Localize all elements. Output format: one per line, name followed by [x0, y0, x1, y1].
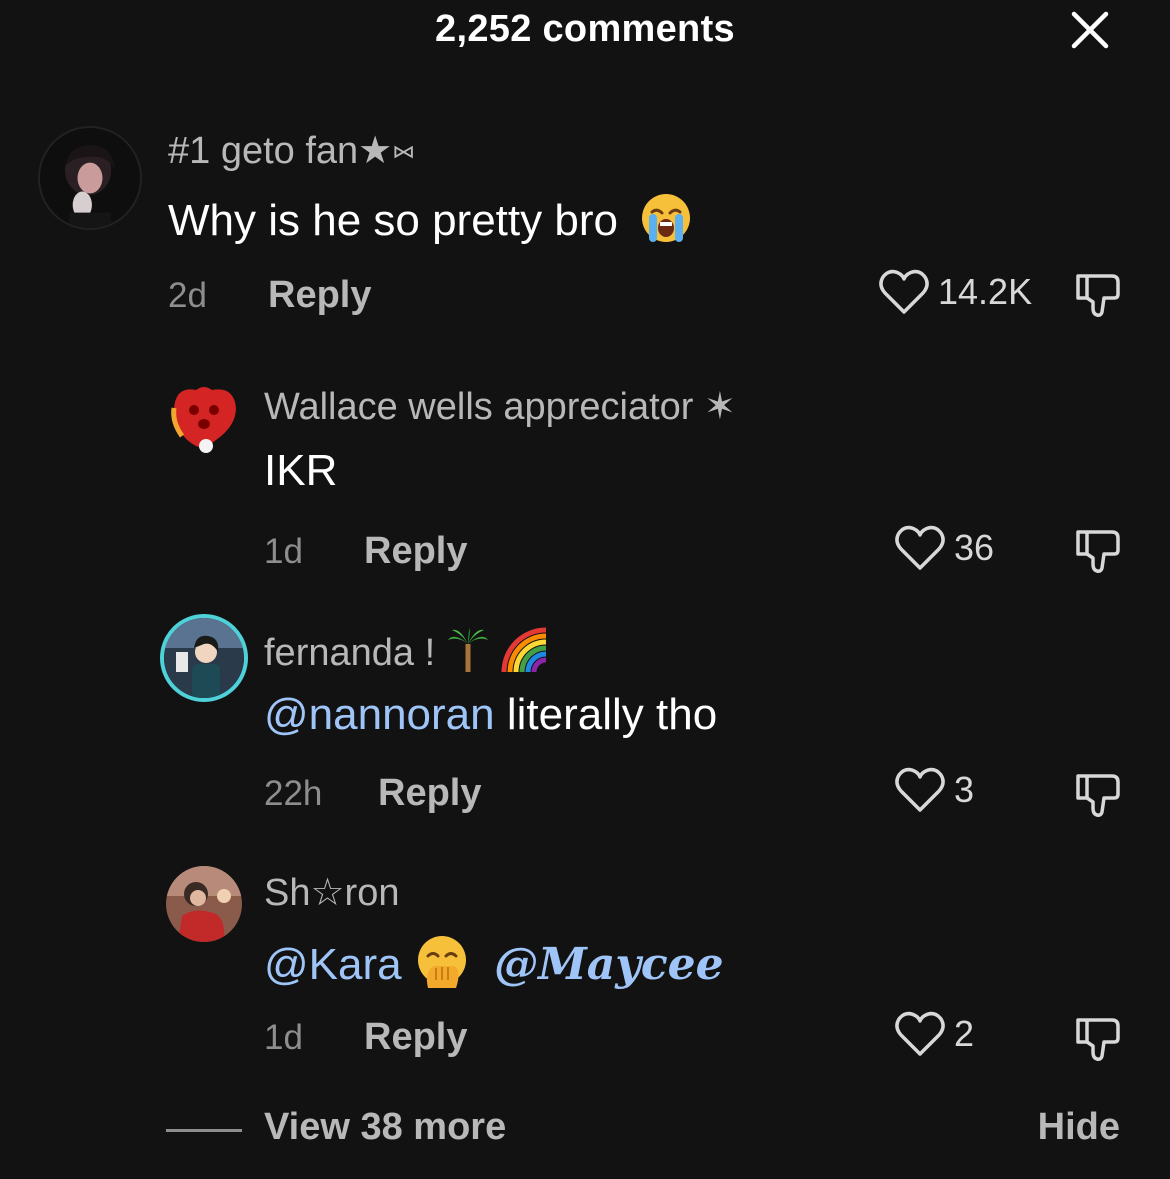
dislike-button[interactable] [1072, 268, 1124, 320]
comment-time: 2d [168, 276, 207, 315]
palm-tree-icon [446, 626, 490, 684]
mention-link[interactable]: @Maycee [494, 939, 724, 990]
comment-username[interactable]: fernanda ! [264, 626, 552, 684]
heart-icon [879, 269, 929, 314]
dislike-button[interactable] [1072, 524, 1124, 576]
comment-text: @Kara @Maycee [264, 934, 724, 1001]
comment-text-content: literally tho [494, 690, 718, 739]
comment-username[interactable]: #1 geto fan★⑅ [168, 128, 415, 173]
comment-time: 1d [264, 1018, 303, 1057]
reply-button[interactable]: Reply [364, 1016, 467, 1059]
comment-time: 22h [264, 774, 323, 813]
avatar[interactable] [166, 866, 242, 942]
comment-text: IKR [264, 446, 338, 495]
like-count: 3 [954, 769, 975, 810]
thumbs-down-icon [1076, 774, 1120, 817]
comments-panel: 2,252 comments #1 geto fan★⑅ Why is he s… [0, 0, 1170, 1179]
heart-icon [895, 767, 945, 812]
mention-link[interactable]: @nannoran [264, 690, 495, 739]
divider [166, 1129, 242, 1132]
view-more-replies-button[interactable]: View 38 more [264, 1106, 506, 1149]
like-count: 2 [954, 1013, 975, 1054]
avatar[interactable] [166, 380, 242, 456]
close-icon [1071, 11, 1109, 49]
comment-username[interactable]: Sh☆ron [264, 870, 399, 915]
comments-count-title: 2,252 comments [435, 8, 735, 50]
thumbs-down-icon [1076, 1018, 1120, 1061]
mention-link[interactable]: @Kara [264, 940, 402, 989]
heart-icon [895, 1011, 945, 1056]
rainbow-icon [500, 626, 552, 684]
like-button[interactable]: 14.2K [878, 268, 1032, 316]
avatar[interactable] [160, 614, 248, 702]
like-button[interactable]: 2 [894, 1010, 974, 1058]
loudly-crying-face-icon [640, 192, 692, 255]
like-count: 14.2K [938, 271, 1033, 312]
reply-button[interactable]: Reply [268, 274, 371, 317]
dislike-button[interactable] [1072, 768, 1124, 820]
thumbs-down-icon [1076, 530, 1120, 573]
close-button[interactable] [1068, 8, 1112, 52]
avatar[interactable] [38, 126, 142, 230]
comment-time: 1d [264, 532, 303, 571]
heart-icon [895, 525, 945, 570]
comment-text: @nannoran literally tho [264, 690, 717, 740]
hide-replies-button[interactable]: Hide [1038, 1106, 1120, 1149]
like-count: 36 [954, 527, 995, 568]
comment-text: Why is he so pretty bro [168, 192, 692, 255]
dislike-button[interactable] [1072, 1012, 1124, 1064]
comment-username-text: fernanda ! [264, 632, 436, 675]
comment-username[interactable]: Wallace wells appreciator ✶ [264, 384, 736, 429]
face-with-hand-over-mouth-icon [414, 934, 470, 1001]
reply-button[interactable]: Reply [364, 530, 467, 573]
like-button[interactable]: 36 [894, 524, 994, 572]
comment-text-content: Why is he so pretty bro [168, 196, 618, 246]
thumbs-down-icon [1076, 274, 1120, 317]
reply-button[interactable]: Reply [378, 772, 481, 815]
like-button[interactable]: 3 [894, 766, 974, 814]
